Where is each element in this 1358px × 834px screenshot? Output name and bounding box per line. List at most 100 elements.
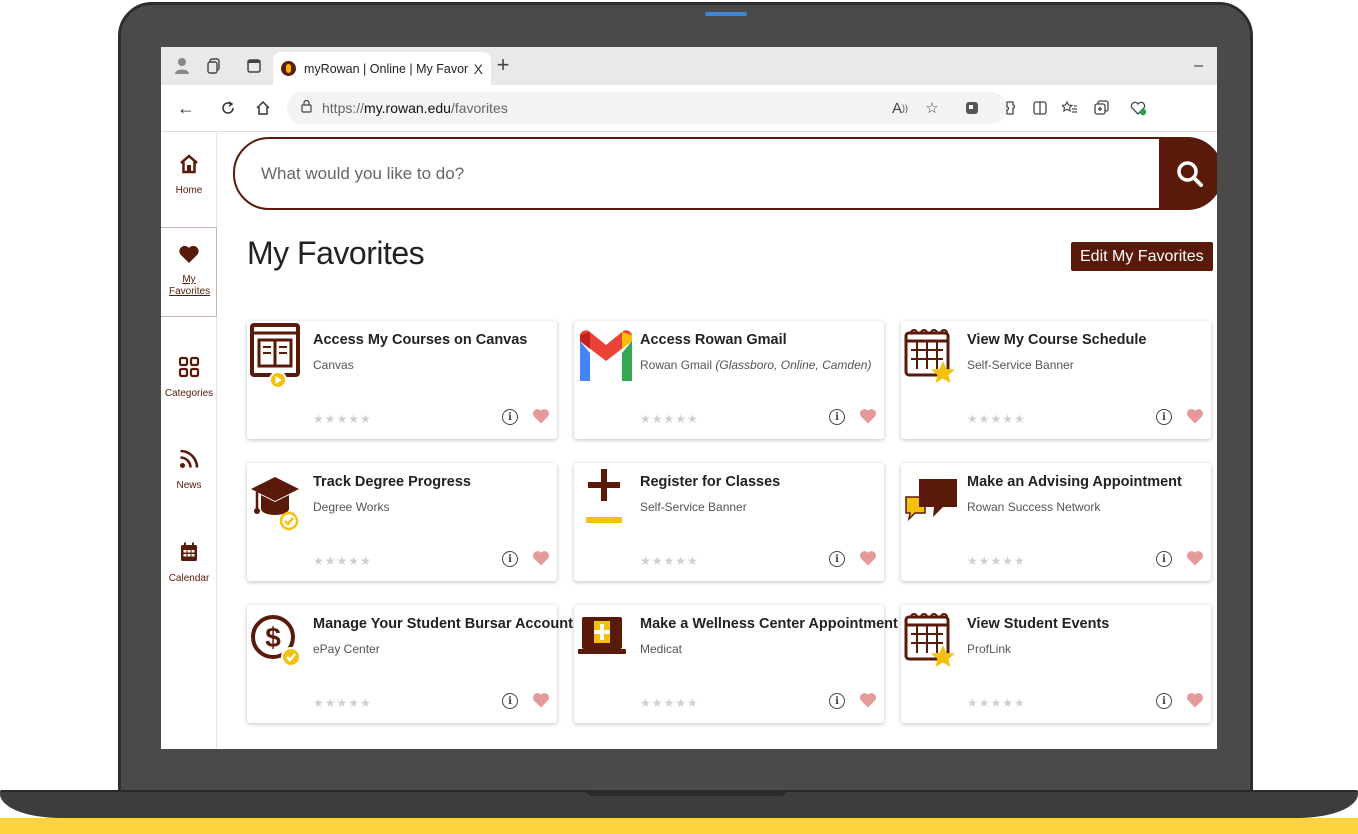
card-title: Track Degree Progress: [313, 474, 471, 490]
rating-stars[interactable]: ★★★★★: [313, 554, 372, 568]
card-subtitle: Self-Service Banner: [967, 358, 1074, 372]
card-subtitle: Rowan Success Network: [967, 500, 1101, 514]
favorite-card[interactable]: Track Degree Progress Degree Works ★★★★★…: [247, 463, 557, 581]
nav-categories[interactable]: Categories: [161, 356, 217, 400]
calendar-star-icon: [904, 329, 955, 383]
extensions-puzzle-icon[interactable]: [999, 97, 1021, 119]
home-icon: [161, 153, 217, 181]
split-screen-icon[interactable]: [1029, 97, 1051, 119]
heart-icon[interactable]: [859, 407, 877, 425]
favorite-card[interactable]: View My Course Schedule Self-Service Ban…: [901, 321, 1211, 439]
grid-icon: [161, 356, 217, 384]
card-title: Access My Courses on Canvas: [313, 332, 528, 348]
info-icon[interactable]: i: [1156, 693, 1172, 709]
favorite-card[interactable]: Access Rowan Gmail Rowan Gmail (Glassbor…: [574, 321, 884, 439]
canvas-book-icon: [250, 323, 300, 389]
favorite-card[interactable]: Make a Wellness Center Appointment Medic…: [574, 605, 898, 723]
nav-label: Calendar: [168, 573, 210, 584]
favorite-card[interactable]: View Student Events ProfLink ★★★★★ i: [901, 605, 1211, 723]
rating-stars[interactable]: ★★★★★: [967, 554, 1026, 568]
refresh-icon[interactable]: [217, 97, 239, 119]
rowan-favicon-icon: [281, 61, 296, 76]
search-bar: [233, 137, 1217, 210]
favorite-card[interactable]: Register for Classes Self-Service Banner…: [574, 463, 884, 581]
profile-icon[interactable]: [171, 55, 193, 77]
star-favorite-icon[interactable]: ☆: [921, 97, 943, 119]
browser-essentials-icon[interactable]: [1127, 97, 1149, 119]
card-subtitle: ProfLink: [967, 642, 1012, 656]
nav-my-favorites[interactable]: My Favorites: [161, 227, 217, 317]
info-icon[interactable]: i: [502, 551, 518, 567]
page-title: My Favorites: [247, 235, 425, 271]
info-icon[interactable]: i: [1156, 551, 1172, 567]
heart-icon[interactable]: [1186, 691, 1204, 709]
dollar-check-icon: $: [251, 615, 301, 667]
medical-laptop-icon: [578, 617, 626, 654]
heart-icon[interactable]: [859, 549, 877, 567]
url-text: https://my.rowan.edu/favorites: [322, 100, 508, 116]
info-icon[interactable]: i: [829, 693, 845, 709]
home-browser-icon[interactable]: [252, 97, 274, 119]
edit-favorites-button[interactable]: Edit My Favorites: [1071, 242, 1213, 271]
nav-label: News: [176, 480, 202, 491]
rating-stars[interactable]: ★★★★★: [313, 412, 372, 426]
card-subtitle: Self-Service Banner: [640, 500, 747, 514]
minimize-button[interactable]: –: [1194, 57, 1203, 75]
lock-icon: [301, 99, 312, 116]
rating-stars[interactable]: ★★★★★: [640, 554, 699, 568]
new-tab-button[interactable]: +: [491, 52, 515, 77]
heart-icon[interactable]: [532, 549, 550, 567]
tab-actions-icon[interactable]: [243, 55, 265, 77]
favorites-list-icon[interactable]: [1059, 97, 1081, 119]
close-tab-icon[interactable]: X: [474, 61, 483, 77]
rating-stars[interactable]: ★★★★★: [640, 696, 699, 710]
tab-my-favorites[interactable]: myRowan | Online | My Favorites X: [273, 52, 491, 85]
rating-stars[interactable]: ★★★★★: [967, 412, 1026, 426]
heart-icon[interactable]: [1186, 407, 1204, 425]
collections-icon[interactable]: [1091, 97, 1113, 119]
card-title: Make an Advising Appointment: [967, 474, 1182, 490]
card-title: Access Rowan Gmail: [640, 332, 787, 348]
nav-label: My Favorites: [169, 274, 211, 297]
graduation-cap-icon: [251, 477, 299, 531]
gmail-icon: [580, 330, 632, 381]
nav-news[interactable]: News: [161, 448, 217, 492]
laptop-notch: [586, 790, 786, 796]
nav-calendar[interactable]: Calendar: [161, 541, 217, 585]
tab-bar: myRowan | Online | My Favorites X + –: [161, 47, 1217, 85]
laptop-mockup: myRowan | Online | My Favorites X + – ← …: [0, 0, 1358, 834]
info-icon[interactable]: i: [829, 551, 845, 567]
search-input[interactable]: [261, 159, 1141, 189]
info-icon[interactable]: i: [502, 409, 518, 425]
card-subtitle: Canvas: [313, 358, 354, 372]
heart-icon[interactable]: [1186, 549, 1204, 567]
calendar-icon: [161, 541, 217, 569]
nav-home[interactable]: Home: [161, 153, 217, 197]
info-icon[interactable]: i: [1156, 409, 1172, 425]
rating-stars[interactable]: ★★★★★: [640, 412, 699, 426]
info-icon[interactable]: i: [829, 409, 845, 425]
search-button[interactable]: [1159, 137, 1217, 210]
heart-icon[interactable]: [532, 407, 550, 425]
chat-bubbles-icon: [905, 479, 957, 522]
back-arrow-icon[interactable]: ←: [175, 97, 197, 119]
favorite-card[interactable]: Access My Courses on Canvas Canvas ★★★★★…: [247, 321, 557, 439]
side-navigation: Home My Favorites Categories News Calend…: [161, 133, 217, 749]
card-subtitle: Rowan Gmail (Glassboro, Online, Camden): [640, 358, 872, 372]
favorite-card[interactable]: Make an Advising Appointment Rowan Succe…: [901, 463, 1211, 581]
workspaces-icon[interactable]: [203, 55, 225, 77]
rating-stars[interactable]: ★★★★★: [967, 696, 1026, 710]
heart-icon[interactable]: [859, 691, 877, 709]
extension-icon[interactable]: [961, 97, 983, 119]
heart-icon: [161, 244, 216, 270]
address-toolbar: ← https://my.rowan.edu/favorites A)) ☆: [161, 85, 1217, 132]
rating-stars[interactable]: ★★★★★: [313, 696, 372, 710]
card-title: Make a Wellness Center Appointment: [640, 616, 898, 632]
read-aloud-icon[interactable]: A)): [889, 97, 911, 119]
tab-title: myRowan | Online | My Favorites: [304, 61, 468, 76]
heart-icon[interactable]: [532, 691, 550, 709]
favorite-card[interactable]: $ Manage Your Student Bursar Account ePa…: [247, 605, 573, 723]
info-icon[interactable]: i: [502, 693, 518, 709]
card-title: Register for Classes: [640, 474, 781, 490]
plus-minus-icon: [586, 469, 622, 523]
